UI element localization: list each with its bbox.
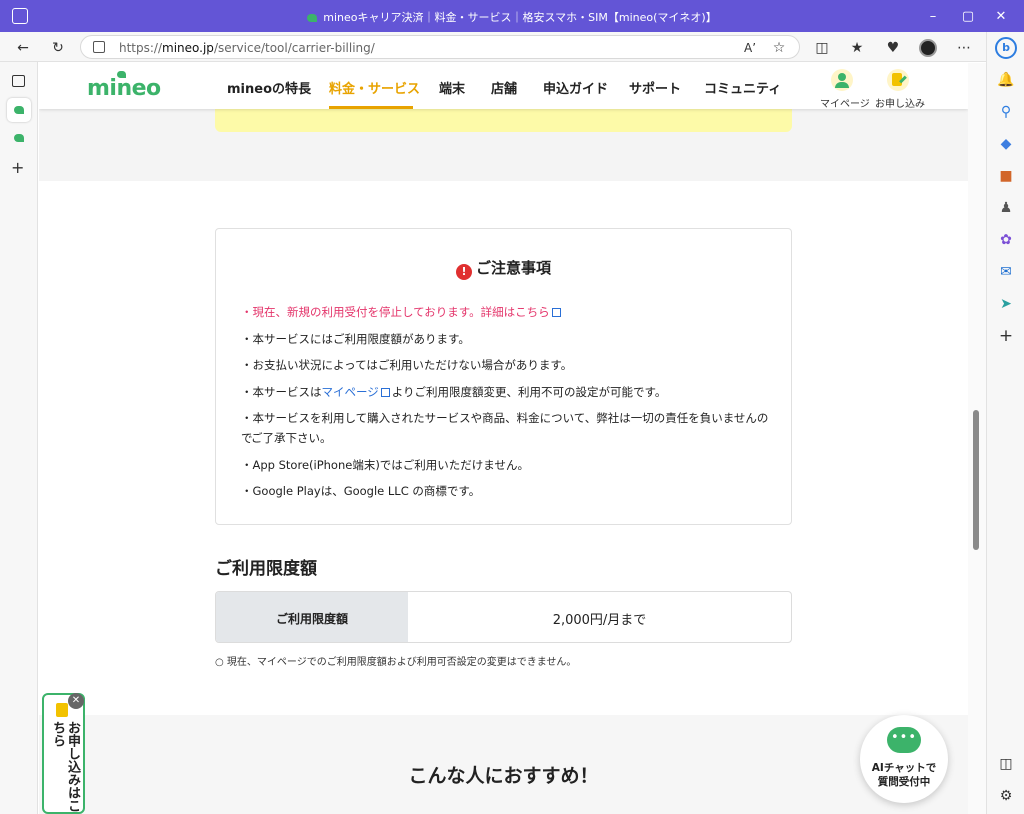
limit-table-value: 2,000円/月まで: [552, 612, 647, 628]
notice-item-googleplay: ・Google Playは、Google LLC の商標です。: [241, 484, 481, 498]
window-title-text: mineoキャリア決済｜料金・サービス｜格安スマホ・SIM【mineo(マイネオ…: [323, 11, 717, 24]
nav-pricing-services[interactable]: 料金・サービス: [329, 78, 420, 97]
notice-heading-text: ご注意事項: [475, 259, 551, 277]
mineo-logo-text: mineo: [87, 76, 161, 101]
microsoft-365-icon[interactable]: ✿: [994, 228, 1018, 252]
favorite-star-icon[interactable]: ☆: [768, 37, 790, 59]
nav-shops[interactable]: 店舗: [491, 78, 517, 97]
url-text: https://mineo.jp/service/tool/carrier-bi…: [119, 41, 375, 55]
page-scrollbar[interactable]: [968, 63, 986, 814]
floating-apply-button[interactable]: ✕ お申し込みはこちら: [42, 693, 85, 814]
outlook-icon[interactable]: ✉: [994, 260, 1018, 284]
limit-note: ○ 現在、マイページでのご利用限度額および利用可否設定の変更はできません。: [215, 657, 577, 668]
nav-community[interactable]: コミュニティ: [704, 78, 781, 97]
mypage-user-icon[interactable]: [831, 69, 853, 91]
url-domain: mineo.jp: [162, 41, 214, 55]
tab-actions-icon[interactable]: [12, 75, 25, 87]
site-info-icon[interactable]: [93, 41, 105, 53]
tools-briefcase-icon[interactable]: ■: [994, 164, 1018, 188]
mineo-tab-icon: [307, 14, 318, 22]
nav-features[interactable]: mineoの特長: [227, 78, 311, 97]
games-icon[interactable]: ♟: [994, 196, 1018, 220]
read-aloud-icon[interactable]: A’: [739, 37, 761, 59]
add-sidebar-app-icon[interactable]: +: [994, 324, 1018, 348]
warning-circle-icon: !: [455, 264, 472, 280]
refresh-button[interactable]: ↻: [47, 37, 69, 59]
external-link-icon: [380, 388, 390, 397]
ai-chat-button[interactable]: ••• AIチャットで 質問受付中: [860, 715, 948, 803]
apply-pencil-icon: [56, 703, 68, 717]
mineo-leaf-icon: [14, 106, 24, 114]
notice-item-suspended: ・現在、新規の利用受付を停止しております。詳細はこちら: [241, 302, 771, 322]
search-icon[interactable]: ⚲: [994, 100, 1018, 124]
edge-sidebar: b 🔔 ⚲ ◆ ■ ♟ ✿ ✉ ➤ + ◫ ⚙: [986, 32, 1024, 814]
ai-chat-line2: 質問受付中: [877, 776, 931, 788]
notice-item-text: ・現在、新規の利用受付を停止しております。詳細は: [241, 305, 516, 319]
nav-apply-guide[interactable]: 申込ガイド: [543, 78, 608, 97]
window-title: mineoキャリア決済｜料金・サービス｜格安スマホ・SIM【mineo(マイネオ…: [0, 9, 1024, 25]
apply-pencil-icon[interactable]: [887, 69, 909, 91]
more-menu-icon[interactable]: ⋯: [953, 37, 975, 59]
address-bar[interactable]: https://mineo.jp/service/tool/carrier-bi…: [80, 35, 800, 59]
split-screen-icon[interactable]: ◫: [811, 37, 833, 59]
new-tab-button[interactable]: +: [11, 158, 24, 177]
mypage-link[interactable]: マイページ: [322, 385, 379, 399]
nav-devices[interactable]: 端末: [439, 78, 465, 97]
ai-chat-line1: AIチャットで: [871, 762, 937, 774]
mineo-leaf-icon: [14, 134, 24, 142]
copilot-icon[interactable]: b: [994, 36, 1018, 60]
nav-support[interactable]: サポート: [629, 78, 681, 97]
site-header: mineo mineoの特長 料金・サービス 端末 店舗 申込ガイド サポート …: [39, 63, 968, 110]
mypage-label[interactable]: マイページ: [820, 95, 870, 110]
notice-item-payment: ・お支払い状況によってはご利用いただけない場合があります。: [241, 358, 573, 372]
limit-heading: ご利用限度額: [215, 559, 317, 579]
external-link-icon: [551, 308, 561, 317]
notice-item-liability-cont: ご了承下さい。: [251, 431, 332, 445]
send-icon[interactable]: ➤: [994, 292, 1018, 316]
scrollbar-thumb[interactable]: [973, 410, 979, 550]
tab-mineo-active[interactable]: [7, 98, 31, 122]
profile-avatar[interactable]: [917, 37, 939, 59]
back-button[interactable]: ←: [12, 37, 34, 59]
hide-sidebar-icon[interactable]: ◫: [994, 752, 1018, 776]
apply-label[interactable]: お申し込み: [875, 95, 925, 110]
vertical-tab-strip: +: [0, 62, 38, 814]
nav-active-underline: [329, 106, 413, 109]
recommend-heading: こんな人におすすめ！: [408, 765, 599, 787]
notice-item-text: ・本サービスは: [241, 385, 322, 399]
yellow-info-box: [215, 109, 792, 132]
floating-apply-label: お申し込みはこちら: [50, 721, 80, 812]
close-float-icon[interactable]: ✕: [68, 693, 84, 709]
notice-item-text: よりご利用限度額変更、利用不可の設定が可能です。: [391, 385, 667, 399]
favorites-icon[interactable]: ★: [846, 37, 868, 59]
window-titlebar: mineoキャリア決済｜料金・サービス｜格安スマホ・SIM【mineo(マイネオ…: [0, 0, 1024, 32]
notice-box: ! ご注意事項 ・現在、新規の利用受付を停止しております。詳細はこちら ・本サービ…: [215, 228, 792, 525]
browser-essentials-icon[interactable]: ♥: [882, 37, 904, 59]
notice-item-mypage: ・本サービスはマイページ よりご利用限度額変更、利用不可の設定が可能です。: [241, 382, 771, 402]
limit-table: ご利用限度額 2,000円/月まで: [215, 591, 792, 643]
notice-item-limit: ・本サービスにはご利用限度額があります。: [241, 332, 470, 346]
limit-table-header: ご利用限度額: [216, 592, 408, 642]
shopping-tag-icon[interactable]: ◆: [994, 132, 1018, 156]
tab-mineo[interactable]: [7, 126, 31, 150]
chat-bubble-icon: •••: [887, 727, 921, 753]
url-path: /service/tool/carrier-billing/: [213, 41, 375, 55]
notice-item-appstore: ・App Store(iPhone端末)ではご利用いただけません。: [241, 458, 529, 472]
sidebar-settings-gear-icon[interactable]: ⚙: [994, 784, 1018, 808]
browser-toolbar: ← ↻ https://mineo.jp/service/tool/carrie…: [0, 32, 1024, 62]
close-button[interactable]: ✕: [978, 0, 1024, 32]
notice-heading: ! ご注意事項: [216, 257, 791, 280]
notifications-bell-icon[interactable]: 🔔: [994, 68, 1018, 92]
webpage-viewport: mineo mineoの特長 料金・サービス 端末 店舗 申込ガイド サポート …: [39, 63, 968, 814]
details-link[interactable]: こちら: [515, 305, 550, 319]
